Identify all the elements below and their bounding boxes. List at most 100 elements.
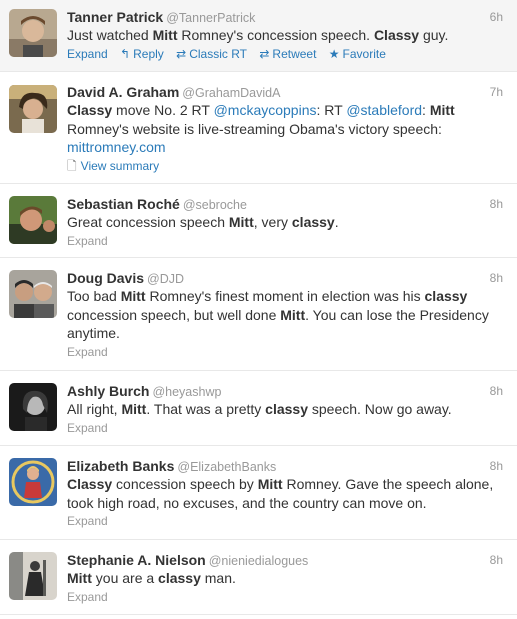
tweet[interactable]: Ashly Burch @heyashwp 8h All right, Mitt.… (0, 371, 517, 446)
user-handle[interactable]: @GrahamDavidA (182, 86, 280, 100)
tweet-text-line: All right, Mitt. That was a pretty class… (67, 400, 503, 419)
tweet-text-line: Too bad Mitt Romney's finest moment in e… (67, 287, 503, 306)
user-handle[interactable]: @ElizabethBanks (177, 460, 276, 474)
highlighted-keyword: Classy (67, 102, 113, 118)
highlighted-keyword: Mitt (429, 102, 455, 118)
tweet-text-line: took high road, no excuses, and the coun… (67, 494, 503, 513)
highlighted-keyword: Mitt (152, 27, 178, 43)
avatar[interactable] (9, 270, 57, 318)
user-fullname[interactable]: David A. Graham (67, 84, 179, 100)
tweet-text-segment: , very (253, 214, 292, 230)
highlighted-keyword: Mitt (120, 288, 146, 304)
retweet-label: Retweet (272, 46, 317, 61)
tweet-link[interactable]: @stableford (346, 102, 422, 118)
tweet[interactable]: Doug Davis @DJD 8h Too bad Mitt Romney's … (0, 258, 517, 371)
tweet-link[interactable]: @mckaycoppins (214, 102, 317, 118)
tweet-text-segment: . That was a pretty (146, 401, 266, 417)
tweet-text-segment: man. (200, 570, 236, 586)
avatar[interactable] (9, 9, 57, 57)
user-handle[interactable]: @heyashwp (152, 385, 221, 399)
tweet-header: David A. Graham @GrahamDavidA 7h (67, 83, 503, 101)
classic-rt-label: Classic RT (189, 46, 247, 61)
tweet-text-segment: Just watched (67, 27, 153, 43)
tweet-timestamp[interactable]: 7h (490, 83, 503, 101)
tweet-text-segment: Romney. Gave the speech alone, (282, 476, 494, 492)
expand-link[interactable]: Expand (67, 420, 108, 436)
tweet[interactable]: David A. Graham @GrahamDavidA 7h Classy m… (0, 72, 517, 184)
tweet-actions: Expand (67, 233, 503, 249)
tweet-text: All right, Mitt. That was a pretty class… (67, 400, 503, 419)
tweet-actions: Expand (67, 513, 503, 529)
tweet-header: Tanner Patrick @TannerPatrick 6h (67, 8, 503, 26)
expand-link[interactable]: Expand (67, 46, 108, 62)
user-fullname[interactable]: Stephanie A. Nielson (67, 552, 206, 568)
tweet-actions: Expand (67, 589, 503, 605)
tweet-text-segment: concession speech, but well done (67, 306, 281, 323)
tweet-text-segment: anytime. (67, 325, 120, 341)
tweet-timestamp[interactable]: 8h (490, 382, 503, 400)
classic-rt-button[interactable]: ⇄ Classic RT (176, 46, 247, 62)
tweet-text-segment: : (422, 102, 430, 118)
tweet-text-line: Classy concession speech by Mitt Romney.… (67, 475, 503, 494)
user-fullname[interactable]: Tanner Patrick (67, 9, 163, 25)
reply-button[interactable]: ↰ Reply (120, 46, 164, 62)
user-fullname[interactable]: Doug Davis (67, 270, 144, 286)
tweet-timestamp[interactable]: 8h (490, 551, 503, 569)
view-summary-link[interactable]: 🗋 View summary (67, 158, 503, 174)
tweet-text-segment: move No. 2 RT (112, 102, 214, 118)
user-fullname[interactable]: Sebastian Roché (67, 196, 180, 212)
tweet[interactable]: Sebastian Roché @sebroche 8h Great conces… (0, 184, 517, 258)
user-handle[interactable]: @TannerPatrick (166, 11, 255, 25)
highlighted-keyword: Classy (373, 27, 420, 43)
tweet-timestamp[interactable]: 8h (490, 457, 503, 475)
tweet-actions: Expand (67, 420, 503, 436)
tweet-header: Doug Davis @DJD 8h (67, 269, 503, 287)
tweet[interactable]: Tanner Patrick @TannerPatrick 6h Just wat… (0, 0, 517, 72)
tweet-text-segment: . (334, 214, 339, 230)
star-icon: ★ (328, 46, 340, 61)
tweet[interactable]: Stephanie A. Nielson @nieniedialogues 8h … (0, 540, 517, 615)
avatar[interactable] (9, 196, 57, 244)
tweet-text: Too bad Mitt Romney's finest moment in e… (67, 287, 503, 343)
expand-link[interactable]: Expand (67, 589, 108, 605)
tweet-text-segment: . You can lose the Presidency (305, 306, 489, 323)
tweet-text: Classy move No. 2 RT @mckaycoppins: RT @… (67, 101, 503, 157)
highlighted-keyword: classy (291, 214, 335, 230)
tweet-text-line: Mitt you are a classy man. (67, 569, 503, 588)
avatar[interactable] (9, 85, 57, 133)
retweet-icon: ⇄ (259, 46, 270, 61)
expand-link[interactable]: Expand (67, 344, 108, 360)
favorite-button[interactable]: ★ Favorite (329, 46, 386, 62)
tweet-timestamp[interactable]: 6h (490, 8, 503, 26)
highlighted-keyword: classy (158, 570, 201, 586)
tweet-timestamp[interactable]: 8h (490, 195, 503, 213)
tweet-text-line: Classy move No. 2 RT @mckaycoppins: RT @… (67, 101, 503, 120)
tweet-stream: Tanner Patrick @TannerPatrick 6h Just wat… (0, 0, 517, 615)
avatar[interactable] (9, 552, 57, 600)
tweet-link[interactable]: mittromney.com (67, 139, 166, 155)
expand-link[interactable]: Expand (67, 233, 108, 249)
expand-link[interactable]: Expand (67, 513, 108, 529)
tweet-timestamp[interactable]: 8h (490, 269, 503, 287)
retweet-button[interactable]: ⇄ Retweet (259, 46, 316, 62)
user-handle[interactable]: @sebroche (183, 198, 247, 212)
user-fullname[interactable]: Elizabeth Banks (67, 458, 174, 474)
tweet-text: Just watched Mitt Romney's concession sp… (67, 26, 503, 45)
tweet-text-segment: you are a (91, 570, 159, 586)
user-handle[interactable]: @DJD (147, 272, 184, 286)
tweet-text-segment: : RT (316, 102, 347, 118)
highlighted-keyword: Mitt (228, 214, 254, 230)
avatar[interactable] (9, 458, 57, 506)
tweet-text-line: Romney's website is live-streaming Obama… (67, 120, 503, 139)
tweet-text-segment: Too bad (67, 288, 121, 304)
tweet[interactable]: Elizabeth Banks @ElizabethBanks 8h Classy… (0, 446, 517, 540)
tweet-header: Elizabeth Banks @ElizabethBanks 8h (67, 457, 503, 475)
avatar[interactable] (9, 383, 57, 431)
tweet-text-line: concession speech, but well done Mitt. Y… (67, 306, 503, 325)
highlighted-keyword: classy (265, 401, 308, 417)
favorite-label: Favorite (342, 46, 386, 61)
tweet-text-line: anytime. (67, 324, 503, 343)
user-fullname[interactable]: Ashly Burch (67, 383, 149, 399)
tweet-text-segment: speech. Now go away. (307, 401, 452, 417)
user-handle[interactable]: @nieniedialogues (209, 554, 309, 568)
